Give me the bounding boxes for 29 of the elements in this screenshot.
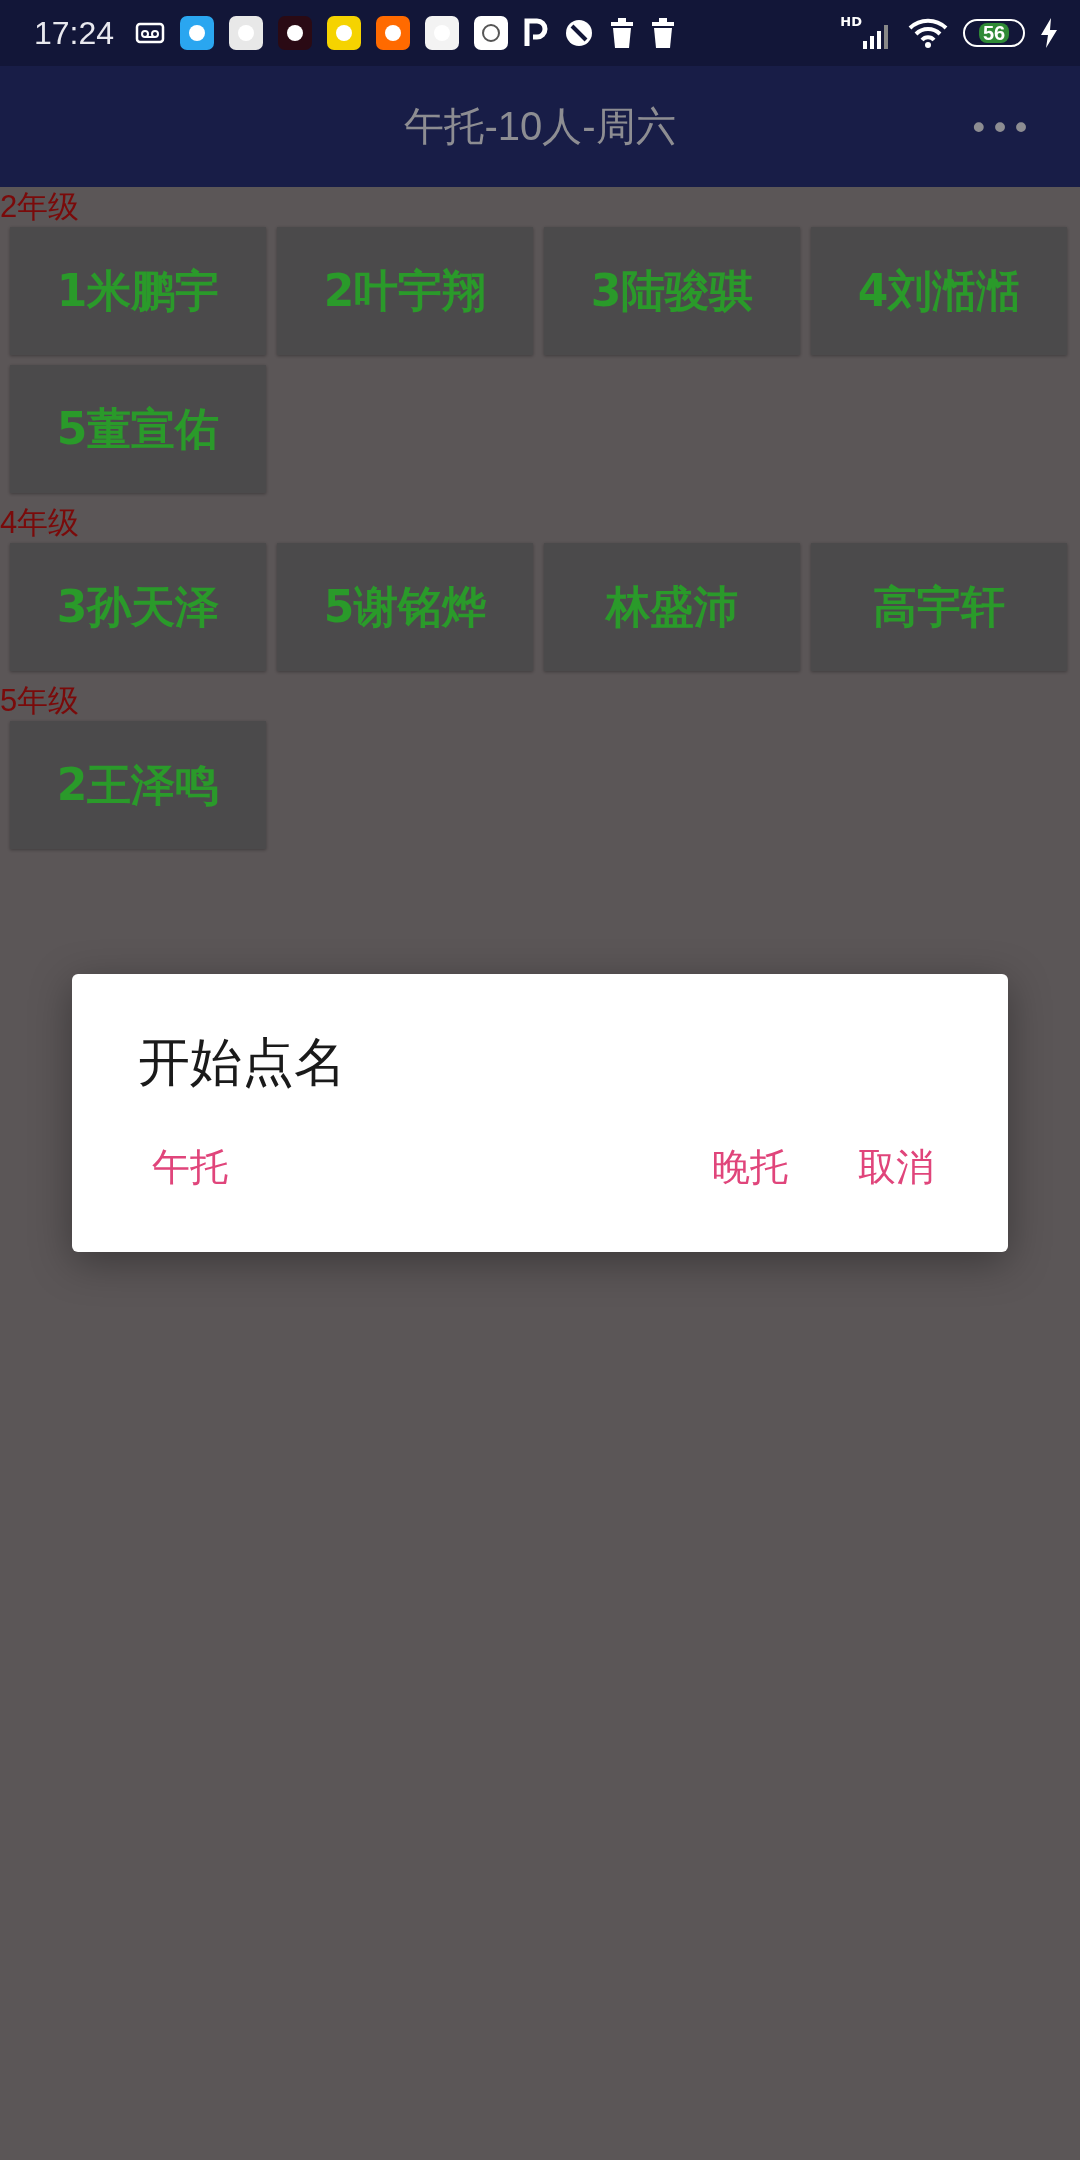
dialog-title: 开始点名	[138, 1031, 346, 1094]
student-button[interactable]: 4刘湉湉	[811, 227, 1067, 355]
trash-icon	[609, 18, 636, 48]
student-button[interactable]: 高宇轩	[811, 543, 1067, 671]
trash-icon	[650, 18, 677, 48]
grade-label: 4年级	[0, 504, 80, 542]
block-icon	[564, 18, 595, 48]
dialog-button[interactable]: 晚托	[692, 1132, 808, 1203]
student-button[interactable]: 2王泽鸣	[10, 721, 266, 849]
parking-icon	[523, 18, 550, 48]
grade-label: 5年级	[0, 682, 80, 720]
network-label: HD	[840, 14, 862, 29]
page-title: 午托-10人-周六	[404, 103, 676, 150]
more-button[interactable]: •••	[960, 100, 1040, 156]
charging-icon	[1040, 18, 1058, 48]
grade-label: 2年级	[0, 188, 80, 226]
student-button[interactable]: 3孙天泽	[10, 543, 266, 671]
dialog-button[interactable]: 取消	[838, 1132, 954, 1203]
battery-level: 56	[978, 23, 1010, 43]
student-button[interactable]: 5谢铭烨	[277, 543, 533, 671]
student-button[interactable]: 2叶宇翔	[277, 227, 533, 355]
voicemail-icon	[135, 21, 166, 45]
student-button[interactable]: 林盛沛	[544, 543, 800, 671]
student-button[interactable]: 3陆骏骐	[544, 227, 800, 355]
dialog-button[interactable]: 午托	[132, 1132, 248, 1203]
status-time: 17:24	[34, 14, 115, 52]
wifi-icon	[908, 18, 948, 48]
student-button[interactable]: 1米鹏宇	[10, 227, 266, 355]
student-button[interactable]: 5董宣佑	[10, 365, 266, 493]
